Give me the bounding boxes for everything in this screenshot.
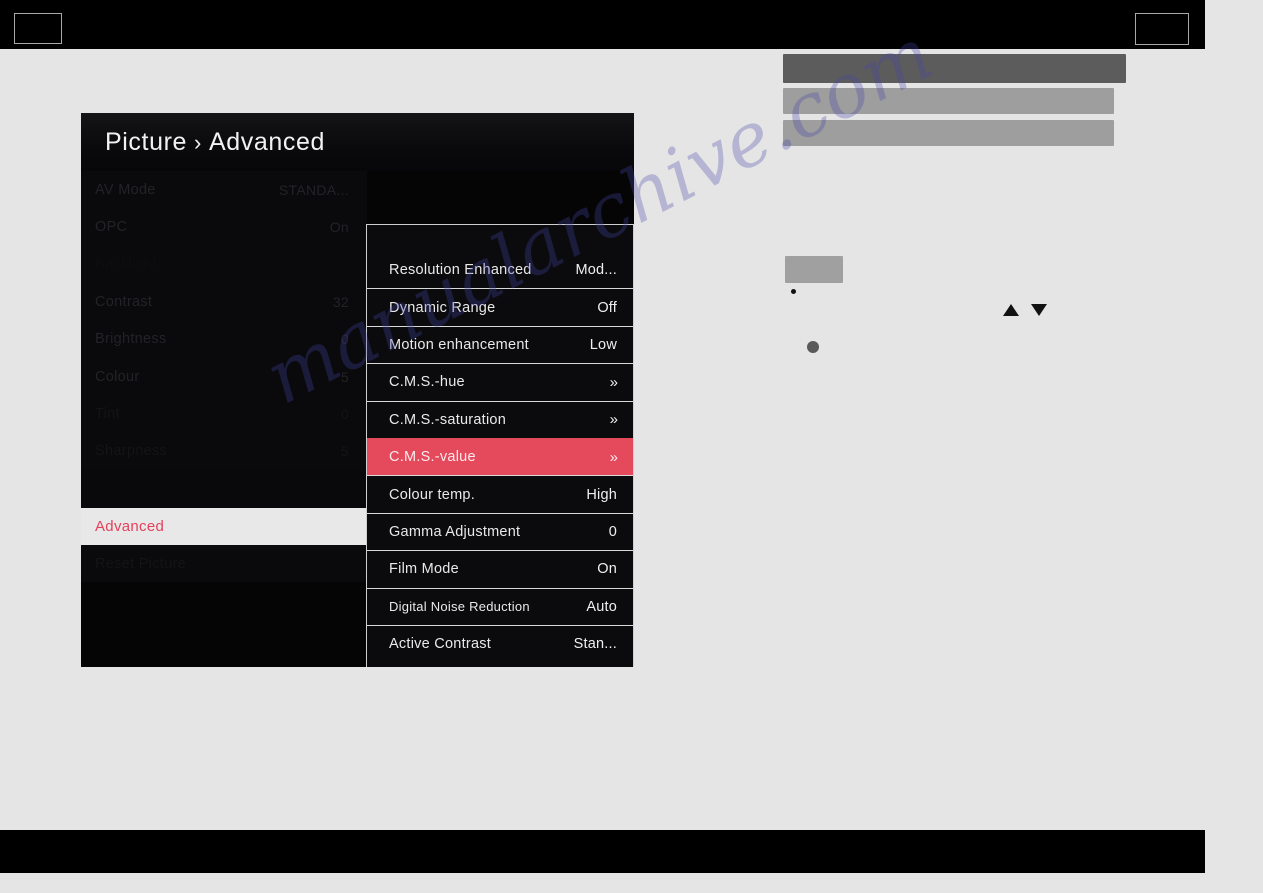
osd-header: Picture › Advanced	[81, 113, 634, 171]
submenu-item-label: Digital Noise Reduction	[389, 599, 530, 615]
submenu-item-label: Film Mode	[389, 561, 459, 578]
placeholder-bar-4	[785, 256, 843, 283]
submenu-item-label: Dynamic Range	[389, 299, 496, 316]
menu-item-value: On	[329, 219, 349, 236]
menu-gap	[81, 470, 367, 508]
submenu-item-cms-value[interactable]: C.M.S.-value »	[367, 437, 633, 476]
menu-item-label: Colour	[95, 368, 140, 385]
menu-item-label: Brightness	[95, 331, 167, 348]
breadcrumb-root: Picture	[105, 127, 188, 156]
menu-item-label: Contrast	[95, 293, 153, 310]
menu-item-contrast[interactable]: Contrast 32	[81, 283, 367, 321]
submenu-item-active-contrast[interactable]: Active Contrast Stan...	[367, 624, 633, 663]
submenu-item-value: On	[597, 561, 617, 578]
menu-item-sharpness[interactable]: Sharpness 5	[81, 432, 367, 471]
menu-item-label: Sharpness	[95, 443, 168, 460]
top-black-bar	[0, 0, 1205, 49]
menu-item-value: 5	[340, 443, 349, 460]
submenu-item-label: Resolution Enhanced	[389, 261, 532, 278]
menu-item-value: 5	[340, 368, 349, 385]
submenu-item-value: Auto	[586, 598, 617, 615]
menu-item-av-mode[interactable]: AV Mode STANDA...	[81, 171, 367, 209]
menu-item-label: Tint	[95, 406, 120, 423]
submenu-item-film-mode[interactable]: Film Mode On	[367, 550, 633, 588]
menu-item-advanced[interactable]: Advanced	[81, 507, 367, 545]
arrow-up-icon[interactable]	[1003, 304, 1019, 316]
submenu-item-value: High	[586, 486, 617, 503]
submenu-item-value: Off	[597, 299, 617, 316]
bottom-black-bar	[0, 830, 1205, 873]
chevron-double-right-icon: »	[609, 373, 618, 391]
submenu-item-resolution-enhanced[interactable]: Resolution Enhanced Mod...	[367, 251, 633, 289]
menu-item-colour[interactable]: Colour 5	[81, 357, 367, 396]
menu-item-backlight[interactable]: Backlight	[81, 245, 367, 284]
submenu-item-value: 0	[608, 523, 617, 540]
placeholder-bar-3	[783, 120, 1114, 146]
chevron-right-icon: ›	[194, 129, 202, 155]
menu-item-tint[interactable]: Tint 0	[81, 395, 367, 433]
menu-item-label: Reset Picture	[95, 555, 186, 572]
submenu-item-label: Active Contrast	[389, 636, 492, 653]
submenu-item-cms-saturation[interactable]: C.M.S.-saturation »	[367, 400, 633, 438]
menu-item-label: AV Mode	[95, 181, 156, 198]
submenu-item-label: C.M.S.-hue	[389, 374, 465, 391]
submenu-item-label: C.M.S.-saturation	[389, 411, 507, 428]
small-dot-marker	[791, 289, 796, 294]
arrow-down-icon[interactable]	[1031, 304, 1047, 316]
tv-osd-panel: Picture › Advanced AV Mode STANDA... OPC O…	[81, 113, 634, 667]
osd-body: AV Mode STANDA... OPC On Backlight Contr…	[81, 171, 634, 667]
placeholder-bar-1	[783, 54, 1126, 83]
picture-menu-list: AV Mode STANDA... OPC On Backlight Contr…	[81, 171, 367, 583]
submenu-item-gamma-adjustment[interactable]: Gamma Adjustment 0	[367, 512, 633, 551]
submenu-item-colour-temp[interactable]: Colour temp. High	[367, 475, 633, 513]
menu-item-value: 0	[340, 331, 349, 348]
menu-item-value: 0	[340, 406, 349, 423]
menu-item-brightness[interactable]: Brightness 0	[81, 320, 367, 358]
chevron-double-right-icon: »	[609, 448, 618, 466]
submenu-item-dynamic-range[interactable]: Dynamic Range Off	[367, 288, 633, 326]
menu-item-label: OPC	[95, 219, 128, 236]
submenu-item-value: Low	[589, 336, 617, 353]
submenu-item-digital-noise-reduction[interactable]: Digital Noise Reduction Auto	[367, 587, 633, 625]
updown-arrow-group	[1003, 301, 1055, 319]
page-title: Advanced	[208, 127, 325, 156]
menu-item-label: Advanced	[95, 517, 165, 535]
menu-item-label: Backlight	[95, 256, 157, 273]
submenu-item-label: Motion enhancement	[389, 336, 529, 353]
top-left-placeholder-box[interactable]	[14, 13, 62, 44]
submenu-item-cms-hue[interactable]: C.M.S.-hue »	[367, 363, 633, 401]
large-dot-marker	[807, 341, 819, 353]
submenu-item-label: Colour temp.	[389, 486, 476, 503]
menu-item-value: STANDA...	[278, 181, 349, 198]
submenu-item-motion-enhancement[interactable]: Motion enhancement Low	[367, 325, 633, 364]
submenu-item-value: Mod...	[575, 261, 617, 278]
advanced-submenu-list: Resolution Enhanced Mod... Dynamic Range…	[366, 224, 634, 667]
submenu-item-value: Stan...	[573, 636, 617, 653]
submenu-item-label: C.M.S.-value	[389, 449, 476, 466]
top-right-placeholder-box[interactable]	[1135, 13, 1189, 45]
placeholder-bar-2	[783, 88, 1114, 114]
menu-item-reset-picture[interactable]: Reset Picture	[81, 544, 367, 583]
breadcrumb: Picture › Advanced	[105, 128, 325, 157]
menu-item-opc[interactable]: OPC On	[81, 208, 367, 246]
chevron-double-right-icon: »	[609, 411, 618, 429]
submenu-item-label: Gamma Adjustment	[389, 523, 521, 540]
menu-item-value: 32	[332, 293, 349, 310]
